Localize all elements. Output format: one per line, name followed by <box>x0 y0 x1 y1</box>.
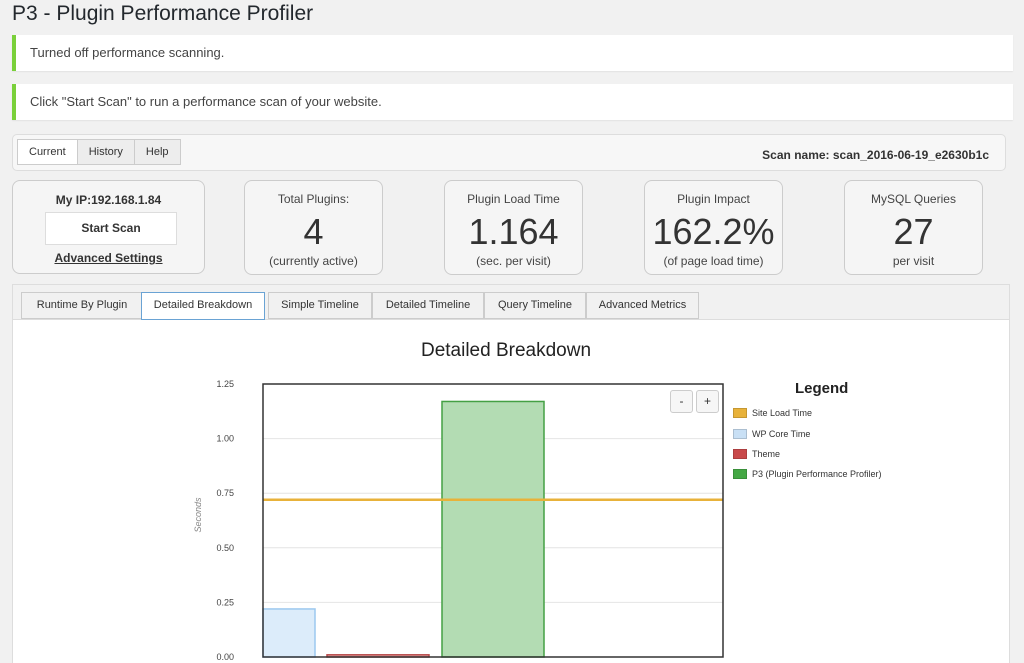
legend-label: Theme <box>752 449 781 459</box>
legend-item: WP Core Time <box>733 428 810 440</box>
y-tick-label: 0.25 <box>216 597 234 607</box>
legend-item: P3 (Plugin Performance Profiler) <box>733 468 882 480</box>
zoom-out-button[interactable]: - <box>670 390 693 413</box>
legend-label: P3 (Plugin Performance Profiler) <box>752 469 882 479</box>
legend-label: WP Core Time <box>752 429 811 439</box>
legend-swatch <box>733 408 747 418</box>
zoom-in-button[interactable]: + <box>696 390 719 413</box>
legend-item: Site Load Time <box>733 407 812 419</box>
y-tick-label: 1.25 <box>216 379 234 389</box>
y-axis-label: Seconds <box>193 497 203 533</box>
breakdown-chart: 0.00 0.25 0.50 0.75 1.00 1.25 Seconds <box>193 379 724 662</box>
legend-title: Legend <box>795 380 849 397</box>
legend-swatch <box>733 449 747 459</box>
bar-3 <box>441 400 545 658</box>
legend-label: Site Load Time <box>752 408 813 418</box>
y-tick-label: 1.00 <box>216 434 234 444</box>
legend-item: Theme <box>733 448 780 460</box>
y-tick-label: 0.50 <box>216 543 234 553</box>
y-tick-label: 0.00 <box>216 652 234 662</box>
y-tick-label: 0.75 <box>216 488 234 498</box>
bar-1 <box>262 608 316 658</box>
legend-swatch <box>733 469 747 479</box>
legend-swatch <box>733 429 747 439</box>
